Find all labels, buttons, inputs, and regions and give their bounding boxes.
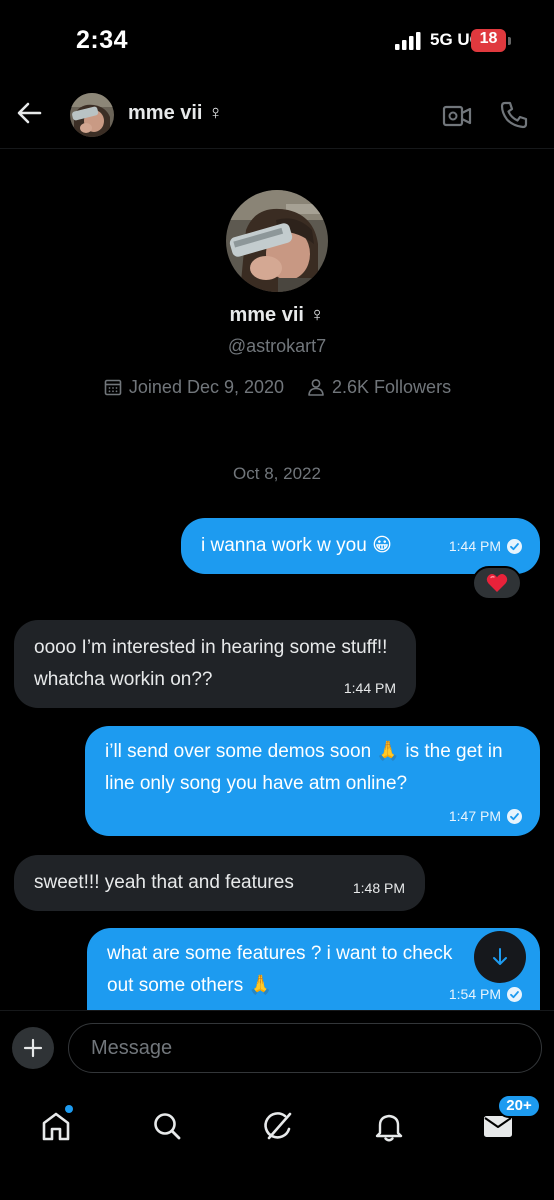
profile-avatar[interactable] bbox=[226, 190, 328, 292]
header-avatar[interactable] bbox=[70, 93, 114, 137]
home-notification-dot bbox=[65, 1105, 73, 1113]
nav-notifications[interactable] bbox=[359, 1096, 419, 1156]
message-composer bbox=[0, 1010, 554, 1085]
message-time: 1:54 PM bbox=[448, 986, 501, 1002]
seen-check-icon bbox=[507, 986, 522, 1002]
messages-badge: 20+ bbox=[497, 1094, 541, 1118]
nav-home[interactable] bbox=[26, 1096, 86, 1156]
bottom-nav bbox=[0, 1084, 554, 1200]
message-time: 1:44 PM bbox=[448, 538, 501, 554]
person-icon bbox=[308, 379, 324, 396]
nav-search[interactable] bbox=[137, 1096, 197, 1156]
heart-reaction[interactable] bbox=[472, 566, 522, 600]
message-meta: 1:48 PM bbox=[353, 880, 405, 896]
status-bar: 2:34 5G UC 18 bbox=[0, 0, 554, 84]
grok-icon bbox=[264, 1112, 292, 1140]
add-media-button[interactable] bbox=[12, 1027, 54, 1069]
notifications-icon bbox=[375, 1114, 403, 1142]
message-text: oooo I’m interested in hearing some stuf… bbox=[34, 637, 388, 690]
arrow-down-icon bbox=[493, 948, 507, 965]
seen-check-icon bbox=[507, 538, 522, 554]
contact-name[interactable]: mme vii ♀ bbox=[128, 102, 223, 125]
message-input[interactable] bbox=[68, 1023, 542, 1073]
date-separator: Oct 8, 2022 bbox=[233, 464, 321, 483]
signal-icon bbox=[395, 32, 421, 50]
message-meta: 1:44 PM bbox=[344, 680, 396, 696]
back-arrow-icon[interactable] bbox=[12, 96, 46, 130]
message-bubble-received[interactable]: sweet!!! yeah that and features 1:48 PM bbox=[14, 855, 425, 911]
phone-call-icon[interactable] bbox=[498, 99, 530, 131]
joined-item: Joined Dec 9, 2020 bbox=[103, 377, 284, 398]
profile-meta: Joined Dec 9, 2020 2.6K Followers bbox=[0, 374, 554, 400]
profile-name[interactable]: mme vii ♀ bbox=[0, 304, 554, 327]
message-meta: 1:54 PM bbox=[449, 986, 522, 1002]
message-bubble-received[interactable]: oooo I’m interested in hearing some stuf… bbox=[14, 620, 416, 708]
message-bubble-sent[interactable]: what are some features ? i want to check… bbox=[87, 928, 540, 1010]
seen-check-icon bbox=[507, 808, 522, 824]
home-icon bbox=[42, 1112, 70, 1141]
message-text: i’ll send over some demos soon 🙏 is the … bbox=[105, 741, 503, 794]
status-time: 2:34 bbox=[76, 26, 129, 54]
battery-level: 18 bbox=[479, 30, 498, 47]
followers-item[interactable]: 2.6K Followers bbox=[306, 377, 451, 398]
profile-handle: @astrokart7 bbox=[227, 336, 327, 356]
heart-icon bbox=[486, 574, 508, 592]
message-meta: 1:47 PM bbox=[449, 808, 522, 824]
message-time: 1:47 PM bbox=[448, 808, 501, 824]
nav-grok[interactable] bbox=[248, 1096, 308, 1156]
followers-count[interactable]: 2.6K Followers bbox=[332, 377, 451, 398]
scroll-to-bottom-button[interactable] bbox=[474, 931, 526, 983]
chat-header: mme vii ♀ bbox=[0, 84, 554, 149]
message-time: 1:48 PM bbox=[352, 880, 405, 896]
plus-icon bbox=[23, 1038, 43, 1058]
video-call-icon[interactable] bbox=[441, 100, 473, 132]
search-icon bbox=[154, 1113, 181, 1140]
message-time: 1:44 PM bbox=[343, 680, 396, 696]
battery-icon: 18 bbox=[471, 29, 511, 52]
calendar-icon bbox=[104, 379, 122, 396]
message-meta: 1:44 PM bbox=[449, 538, 522, 554]
joined-date: Joined Dec 9, 2020 bbox=[128, 376, 285, 397]
message-bubble-sent[interactable]: i’ll send over some demos soon 🙏 is the … bbox=[85, 726, 540, 836]
